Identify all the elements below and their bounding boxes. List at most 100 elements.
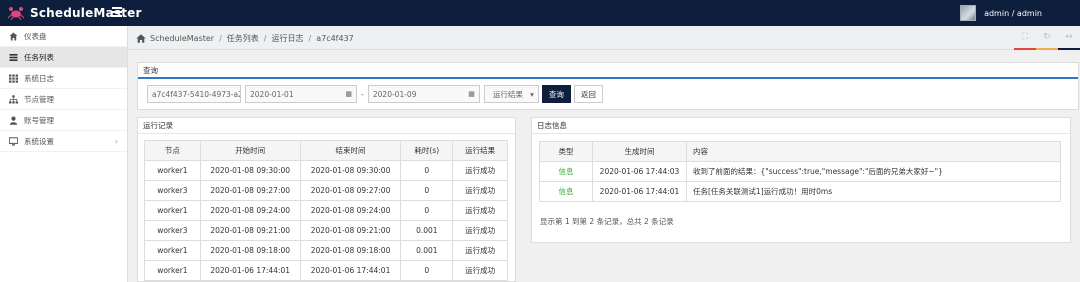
cell-duration: 0.001: [400, 220, 454, 241]
avatar: [960, 5, 977, 21]
user-menu[interactable]: admin / admin: [960, 5, 1042, 21]
cell-duration: 0: [400, 180, 454, 201]
result-select[interactable]: 运行结果 ▾: [483, 85, 539, 103]
sidebar-item-accounts[interactable]: 账号管理: [0, 110, 127, 131]
table-header-row: 节点 开始时间 结束时间 耗时(s) 运行结果: [144, 140, 508, 161]
table-row[interactable]: worker3 2020-01-08 09:21:00 2020-01-08 0…: [144, 220, 508, 241]
sidebar-item-label: 账号管理: [24, 115, 54, 125]
cell-result: 运行成功: [452, 260, 508, 281]
user-icon: [9, 116, 18, 125]
panel-title: 运行记录: [138, 118, 515, 134]
sidebar-item-tasks[interactable]: 任务列表: [0, 47, 127, 68]
sidebar-item-label: 系统设置: [24, 136, 54, 146]
monitor-icon: [9, 136, 18, 146]
cell-content: 任务[任务关联测试1]运行成功！用时0ms: [686, 181, 1061, 202]
table-row[interactable]: worker1 2020-01-08 09:18:00 2020-01-08 0…: [144, 240, 508, 261]
breadcrumb-item-current: a7c4f437: [316, 34, 354, 43]
column-header[interactable]: 运行结果: [452, 140, 508, 161]
cell-duration: 0: [400, 200, 454, 221]
refresh-icon[interactable]: ↻: [1036, 26, 1058, 50]
sidebar-item-label: 系统日志: [24, 73, 54, 83]
brand-name: ScheduleMaster: [30, 6, 142, 20]
cell-end-time: 2020-01-08 09:30:00: [299, 160, 402, 181]
cell-type: 信息: [539, 161, 593, 182]
start-date-value: 2020-01-01: [250, 89, 294, 99]
breadcrumb-item-home[interactable]: ScheduleMaster: [150, 34, 214, 43]
column-header[interactable]: 耗时(s): [400, 140, 454, 161]
column-header[interactable]: 内容: [686, 141, 1061, 162]
cell-node: worker1: [144, 200, 201, 221]
sitemap-icon: [9, 94, 18, 104]
sidebar-item-label: 仪表盘: [24, 31, 47, 41]
end-date-input[interactable]: 2020-01-09 ▦: [367, 85, 480, 103]
home-icon: [136, 34, 146, 43]
breadcrumb-item-tasks[interactable]: 任务列表: [227, 33, 259, 44]
end-date-value: 2020-01-09: [372, 89, 417, 99]
collapse-icon[interactable]: ↔: [1058, 26, 1080, 50]
table-row[interactable]: 信息 2020-01-06 17:44:03 收到了前面的结果：{"succes…: [539, 161, 1061, 182]
table-row[interactable]: worker1 2020-01-08 09:24:00 2020-01-08 0…: [144, 200, 508, 221]
sidebar-item-system-log[interactable]: 系统日志: [0, 68, 127, 89]
column-header[interactable]: 开始时间: [199, 140, 301, 161]
cell-time: 2020-01-06 17:44:03: [592, 161, 687, 182]
calendar-icon: ▦: [468, 90, 475, 98]
back-button[interactable]: 返回: [573, 85, 603, 103]
sidebar-item-dashboard[interactable]: 仪表盘: [0, 26, 127, 47]
cell-result: 运行成功: [452, 240, 508, 261]
table-row[interactable]: 信息 2020-01-06 17:44:01 任务[任务关联测试1]运行成功！用…: [539, 181, 1061, 202]
column-header[interactable]: 结束时间: [299, 140, 402, 161]
cell-result: 运行成功: [452, 160, 508, 181]
cell-time: 2020-01-06 17:44:01: [592, 181, 687, 202]
breadcrumb-item-run-log[interactable]: 运行日志: [272, 33, 304, 44]
cell-end-time: 2020-01-06 17:44:01: [299, 260, 402, 281]
column-header[interactable]: 节点: [144, 140, 201, 161]
sidebar-item-label: 节点管理: [24, 94, 54, 104]
cell-start-time: 2020-01-08 09:24:00: [199, 200, 301, 221]
cell-duration: 0: [400, 160, 454, 181]
cell-result: 运行成功: [452, 180, 508, 201]
cell-duration: 0.001: [400, 240, 454, 261]
column-header[interactable]: 生成时间: [592, 141, 687, 162]
cell-node: worker1: [144, 260, 201, 281]
table-row[interactable]: worker1 2020-01-06 17:44:01 2020-01-06 1…: [144, 260, 508, 281]
panel-title: 日志信息: [532, 118, 1070, 134]
menu-toggle-icon[interactable]: [112, 7, 122, 17]
task-id-input[interactable]: a7c4f437-5410-4973-a2:: [147, 85, 241, 103]
cell-node: worker1: [144, 160, 201, 181]
cell-start-time: 2020-01-08 09:30:00: [199, 160, 301, 181]
fullscreen-icon[interactable]: ⛶: [1014, 26, 1036, 50]
calendar-icon: ▦: [345, 90, 352, 98]
table-header-row: 类型 生成时间 内容: [539, 141, 1061, 162]
home-icon: [9, 32, 18, 41]
tasks-icon: [9, 53, 18, 62]
breadcrumb-bar: ScheduleMaster / 任务列表 / 运行日志 / a7c4f437 …: [128, 26, 1080, 50]
panel-title: 查询: [138, 63, 1078, 79]
chevron-right-icon: ›: [114, 137, 118, 146]
start-date-input[interactable]: 2020-01-01 ▦: [245, 85, 357, 103]
sidebar-item-label: 任务列表: [24, 52, 54, 62]
cell-node: worker1: [144, 240, 201, 261]
cell-result: 运行成功: [452, 220, 508, 241]
cell-type: 信息: [539, 181, 593, 202]
cell-result: 运行成功: [452, 200, 508, 221]
query-panel: 查询 a7c4f437-5410-4973-a2: 2020-01-01 ▦ -…: [137, 62, 1079, 110]
log-info-panel: 日志信息 类型 生成时间 内容 信息 2020-01-06 17:44:03 收…: [531, 117, 1071, 243]
breadcrumb: ScheduleMaster / 任务列表 / 运行日志 / a7c4f437: [136, 33, 354, 44]
cell-start-time: 2020-01-08 09:18:00: [199, 240, 301, 261]
cell-node: worker3: [144, 180, 201, 201]
run-records-table: 节点 开始时间 结束时间 耗时(s) 运行结果 worker1 2020-01-…: [144, 140, 508, 281]
sidebar-item-settings[interactable]: 系统设置 ›: [0, 131, 127, 152]
sidebar-item-nodes[interactable]: 节点管理: [0, 89, 127, 110]
cell-start-time: 2020-01-08 09:27:00: [199, 180, 301, 201]
table-row[interactable]: worker1 2020-01-08 09:30:00 2020-01-08 0…: [144, 160, 508, 181]
table-row[interactable]: worker3 2020-01-08 09:27:00 2020-01-08 0…: [144, 180, 508, 201]
cell-node: worker3: [144, 220, 201, 241]
query-form: a7c4f437-5410-4973-a2: 2020-01-01 ▦ - 20…: [147, 85, 603, 103]
column-header[interactable]: 类型: [539, 141, 593, 162]
toolbar: ⛶ ↻ ↔: [1014, 26, 1080, 50]
search-button[interactable]: 查询: [541, 85, 571, 103]
crab-logo-icon: [8, 7, 24, 20]
cell-end-time: 2020-01-08 09:18:00: [299, 240, 402, 261]
cell-start-time: 2020-01-08 09:21:00: [199, 220, 301, 241]
cell-start-time: 2020-01-06 17:44:01: [199, 260, 301, 281]
